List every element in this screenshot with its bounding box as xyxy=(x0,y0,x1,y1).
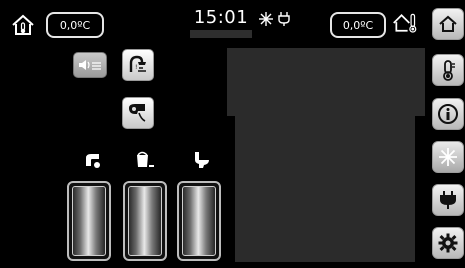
hair-dryer-button[interactable] xyxy=(122,97,154,129)
sidebar-item-cooling[interactable] xyxy=(432,141,464,173)
sidebar-item-thermometer[interactable] xyxy=(432,54,464,86)
indoor-temperature-display: 0,0ºC xyxy=(46,12,104,38)
sidebar-item-power[interactable] xyxy=(432,184,464,216)
clock-underline xyxy=(190,30,252,38)
outdoor-temperature-display: 0,0ºC xyxy=(330,12,386,38)
plug-icon xyxy=(440,191,456,209)
clock: 15:01 xyxy=(193,7,249,28)
sidebar-item-settings[interactable] xyxy=(432,227,464,259)
toilet-outlet-slider-fill xyxy=(182,186,216,256)
sound-button[interactable] xyxy=(73,52,107,78)
sound-disabled-icon xyxy=(79,60,101,70)
home-icon xyxy=(439,15,457,32)
snowflake-icon xyxy=(259,12,273,26)
bucket-outlet-slider-fill xyxy=(128,186,162,256)
thermometer-icon xyxy=(443,60,455,81)
status-icons xyxy=(258,11,291,27)
bucket-outlet-slider[interactable] xyxy=(123,181,167,261)
tap-icon xyxy=(86,154,100,168)
indoor-temperature-value: 0,0ºC xyxy=(59,18,91,32)
outdoor-temperature-icon xyxy=(393,13,417,33)
toilet-outlet-slider[interactable] xyxy=(177,181,221,261)
svg-text:!: ! xyxy=(135,64,137,71)
bucket-icon xyxy=(137,151,154,167)
snowflake-icon xyxy=(439,148,457,166)
outdoor-temperature-value: 0,0ºC xyxy=(342,18,374,32)
tap-outlet-slider-fill xyxy=(72,186,106,256)
hair-dryer-icon xyxy=(129,104,146,122)
indoor-temperature-icon xyxy=(12,14,34,35)
shower-warning-icon: ! xyxy=(129,55,146,72)
shower-button[interactable]: ! xyxy=(122,49,154,81)
toilet-icon xyxy=(195,152,209,168)
sidebar-item-home[interactable] xyxy=(432,8,464,40)
info-icon xyxy=(438,104,458,124)
sidebar-item-info[interactable] xyxy=(432,98,464,130)
plug-icon xyxy=(278,12,290,26)
gear-icon xyxy=(438,233,458,253)
tap-outlet-slider[interactable] xyxy=(67,181,111,261)
display-panel xyxy=(227,48,425,262)
